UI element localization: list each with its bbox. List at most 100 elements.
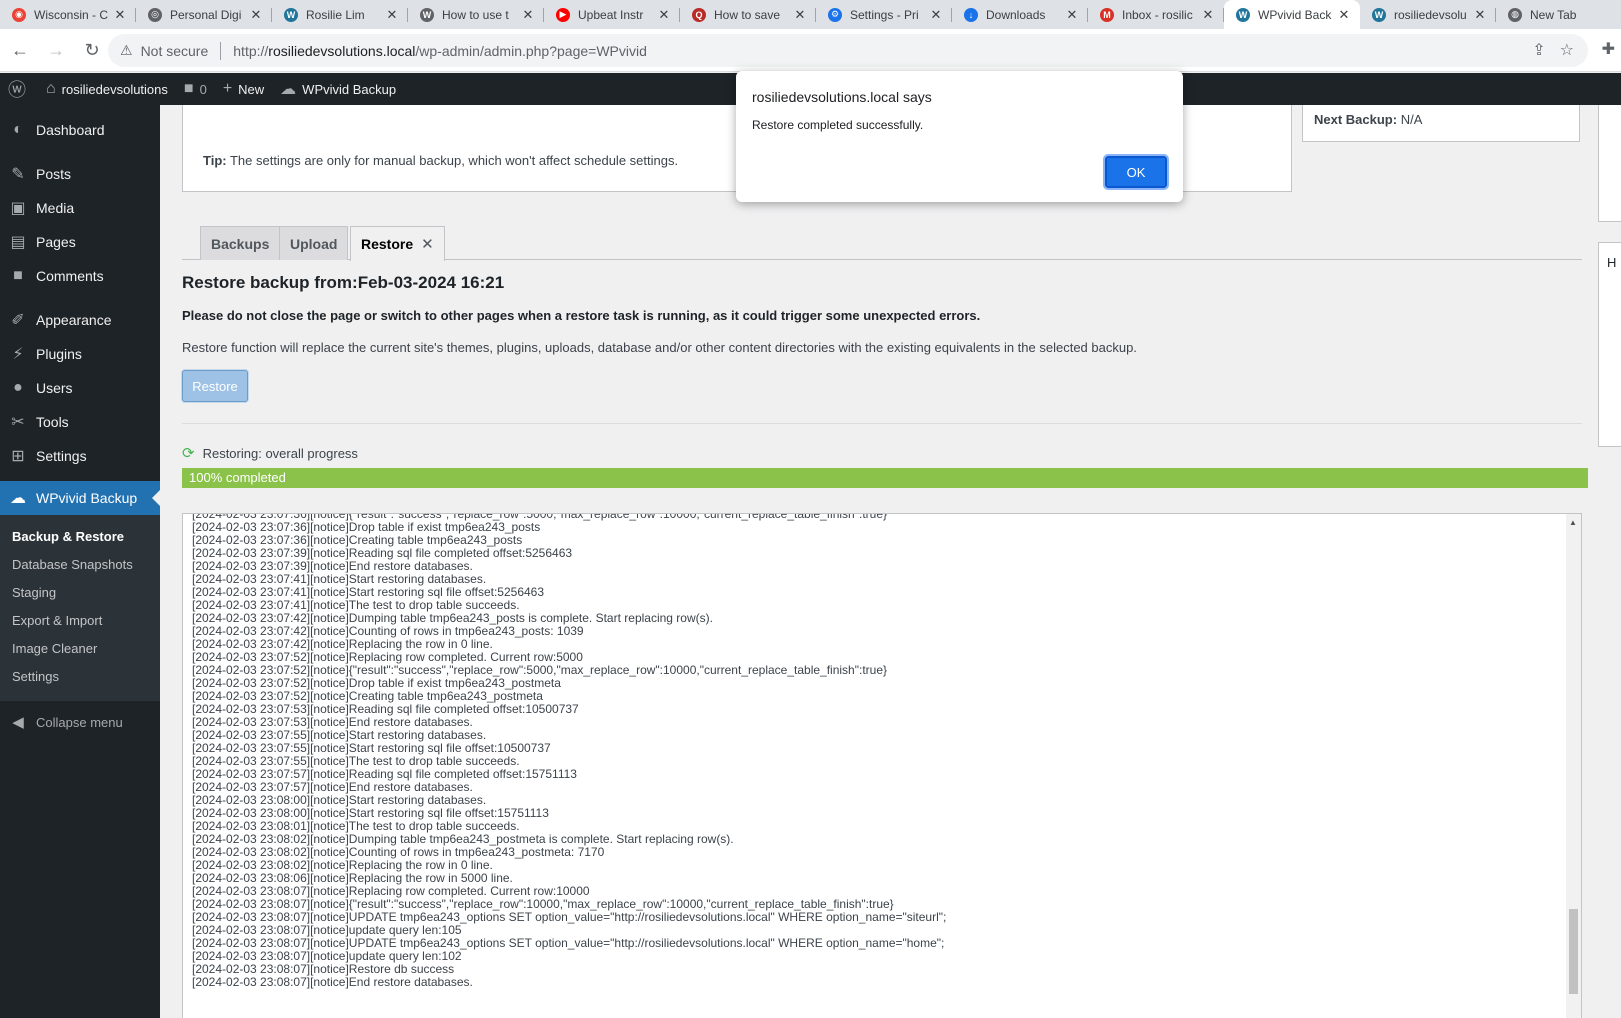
tab-close-icon[interactable]: ✕ — [248, 7, 264, 23]
tab-title: Wisconsin - C — [34, 7, 109, 22]
settings-icon: ⊞ — [11, 448, 25, 465]
restore-button[interactable]: Restore — [182, 370, 248, 402]
warning-triangle-icon[interactable]: ⚠ — [120, 42, 133, 59]
user-icon: ● — [13, 379, 23, 396]
tab-favicon-icon: ◎ — [148, 7, 162, 22]
tab-close-icon[interactable]: ✕ — [656, 7, 672, 23]
browser-tab[interactable]: ↓ Downloads ✕ — [952, 0, 1088, 29]
tab-favicon-icon: Q — [692, 7, 706, 22]
reload-icon[interactable]: ↻ — [76, 34, 108, 66]
back-arrow-icon[interactable]: ← — [4, 34, 36, 66]
alert-dialog: rosiliedevsolutions.local says Restore c… — [736, 71, 1183, 202]
address-bar-actions: ⇪ ☆ — [1532, 40, 1574, 60]
new-content-link[interactable]: + New — [215, 73, 272, 105]
tab-close-icon[interactable]: ✕ — [384, 7, 400, 23]
dialog-title: rosiliedevsolutions.local says — [752, 89, 932, 105]
tab-title: rosiliedevsolu — [1394, 7, 1467, 22]
browser-tab[interactable]: W How to use t ✕ — [408, 0, 544, 29]
tip-text: Tip: The settings are only for manual ba… — [203, 153, 679, 168]
cloud-icon: ☁ — [280, 81, 297, 98]
tab-close-icon[interactable]: ✕ — [520, 7, 536, 23]
tab-upload[interactable]: Upload — [279, 226, 349, 260]
tab-restore[interactable]: Restore ✕ — [350, 226, 445, 261]
tab-favicon-icon: W — [420, 7, 434, 22]
log-line: [2024-02-03 23:08:07][notice]End restore… — [192, 975, 473, 989]
main-content: Tip: The settings are only for manual ba… — [160, 105, 1621, 1018]
divider — [182, 423, 1582, 424]
restore-log[interactable]: [2024-02-03 23:07:36][notice]{"result":"… — [182, 513, 1582, 1018]
submenu-item[interactable]: Export & Import — [0, 607, 160, 635]
submenu-item[interactable]: Image Cleaner — [0, 635, 160, 663]
collapse-menu-button[interactable]: ◀ Collapse menu — [0, 705, 160, 739]
schedule-status-panel: Next Backup: N/A — [1302, 105, 1580, 142]
tab-close-icon[interactable]: ✕ — [1472, 7, 1488, 23]
comments-link[interactable]: ■ 0 — [176, 73, 215, 105]
wordpress-logo-icon: ⓦ — [8, 80, 26, 100]
sidebar-item-tools[interactable]: ✂ Tools — [0, 405, 160, 439]
sidebar-item-settings[interactable]: ⊞ Settings — [0, 439, 160, 473]
plug-icon: ⚡ — [12, 346, 24, 363]
tab-favicon-icon: W — [1236, 7, 1250, 22]
tab-backups[interactable]: Backups — [200, 226, 281, 260]
url-text[interactable]: http://rosiliedevsolutions.local/wp-admi… — [233, 43, 647, 59]
tab-close-icon[interactable]: ✕ — [928, 7, 944, 23]
browser-tab[interactable]: M Inbox - rosilic ✕ — [1088, 0, 1224, 29]
scroll-up-arrow-icon[interactable]: ▲ — [1569, 518, 1577, 527]
browser-tab-new[interactable]: ◍ New Tab — [1496, 0, 1596, 29]
sidebar-item-dashboard[interactable]: ◐ Dashboard — [0, 113, 160, 147]
bookmark-star-icon[interactable]: ☆ — [1560, 40, 1574, 60]
close-tab-icon[interactable]: ✕ — [421, 235, 434, 253]
forward-arrow-icon[interactable]: → — [40, 34, 72, 66]
browser-tab[interactable]: Wrosiliedevsolu ✕ — [1360, 0, 1496, 29]
browser-tab[interactable]: ◉ Wisconsin - C ✕ — [0, 0, 136, 29]
tab-title: Inbox - rosilic — [1122, 7, 1193, 22]
share-icon[interactable]: ⇪ — [1532, 40, 1545, 60]
tab-close-icon[interactable]: ✕ — [1200, 7, 1216, 23]
tab-close-icon[interactable]: ✕ — [112, 7, 128, 23]
browser-tab-strip: ◉ Wisconsin - C ✕ ◎ Personal Digi ✕ W Rosilie L… — [0, 0, 1621, 29]
sidebar-item-plugins[interactable]: ⚡ Plugins — [0, 337, 160, 371]
tab-favicon-icon: ↓ — [964, 7, 978, 22]
browser-toolbar: ← → ↻ ⚠ Not secure http://rosiliedevsolu… — [0, 29, 1621, 72]
ok-button[interactable]: OK — [1103, 154, 1169, 190]
sidebar-item-pages[interactable]: ▤ Pages — [0, 225, 160, 259]
wp-logo[interactable]: ⓦ — [0, 73, 38, 105]
submenu-item[interactable]: Backup & Restore — [0, 523, 160, 551]
log-lines: [2024-02-03 23:07:36][notice]{"result":"… — [192, 514, 946, 989]
tab-title: Settings - Pri — [850, 7, 919, 22]
refresh-spinner-icon: ⟳ — [182, 445, 195, 462]
tab-title: Upbeat Instr — [578, 7, 644, 22]
dialog-message: Restore completed successfully. — [752, 118, 924, 132]
brush-icon: ✐ — [11, 312, 25, 329]
sidebar-item-posts[interactable]: ✎ Posts — [0, 157, 160, 191]
browser-tab[interactable]: ▶ Upbeat Instr ✕ — [544, 0, 680, 29]
tab-close-icon[interactable]: ✕ — [1336, 7, 1352, 23]
submenu-item[interactable]: Settings — [0, 663, 160, 691]
tab-favicon-icon: ▶ — [556, 7, 570, 22]
tab-close-icon[interactable]: ✕ — [792, 7, 808, 23]
address-bar[interactable]: ⚠ Not secure http://rosiliedevsolutions.… — [108, 34, 1588, 67]
submenu-item[interactable]: Database Snapshots — [0, 551, 160, 579]
sidebar-item-wpvivid-backup[interactable]: ☁ WPvivid Backup — [0, 481, 160, 515]
browser-tab[interactable]: Q How to save ✕ — [680, 0, 816, 29]
tab-close-icon[interactable]: ✕ — [1064, 7, 1080, 23]
cloud-icon: ☁ — [10, 490, 26, 507]
sidebar-item-media[interactable]: ▣ Media — [0, 191, 160, 225]
pin-icon: ✎ — [11, 166, 25, 183]
wrench-icon: ✂ — [11, 414, 25, 431]
extensions-puzzle-icon[interactable]: ✚ — [1602, 39, 1615, 59]
scrollbar-thumb[interactable] — [1569, 909, 1578, 994]
site-name-link[interactable]: ⌂ rosiliedevsolutions — [38, 73, 176, 105]
browser-tab[interactable]: ⚙ Settings - Pri ✕ — [816, 0, 952, 29]
browser-tab[interactable]: W Rosilie Lim ✕ — [272, 0, 408, 29]
wpvivid-adminbar-link[interactable]: ☁ WPvivid Backup — [272, 73, 404, 105]
sidebar-item-users[interactable]: ● Users — [0, 371, 160, 405]
log-scrollbar[interactable]: ▲ — [1566, 514, 1581, 1018]
browser-tab[interactable]: W WPvivid Back ✕ — [1224, 0, 1360, 29]
submenu-item[interactable]: Staging — [0, 579, 160, 607]
browser-tab[interactable]: ◎ Personal Digi ✕ — [136, 0, 272, 29]
right-side-panel — [1598, 105, 1621, 222]
sidebar-item-comments[interactable]: ■ Comments — [0, 259, 160, 293]
right-side-panel-2: H — [1598, 242, 1621, 447]
sidebar-item-appearance[interactable]: ✐ Appearance — [0, 303, 160, 337]
